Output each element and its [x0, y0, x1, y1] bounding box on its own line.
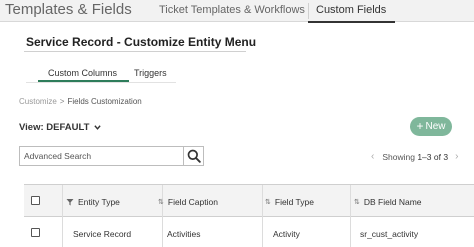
select-all-checkbox[interactable]: [31, 196, 40, 205]
column-divider: [62, 185, 63, 247]
page-title: Service Record - Customize Entity Menu: [26, 35, 257, 49]
column-divider: [162, 185, 163, 247]
pager: ‹ Showing 1–3 of 3 ›: [371, 151, 458, 162]
tab-ticket-templates-workflows[interactable]: Ticket Templates & Workflows: [159, 4, 305, 22]
breadcrumb: Customize > Fields Customization: [19, 97, 142, 106]
column-header-label: Field Type: [274, 197, 314, 207]
cell-field-caption: Activities: [167, 229, 201, 239]
next-page-icon[interactable]: ›: [455, 151, 458, 162]
pager-prefix: Showing: [382, 151, 415, 162]
view-label: View: DEFAULT: [19, 122, 90, 133]
breadcrumb-customize-link[interactable]: Customize: [19, 97, 57, 106]
title-divider: [24, 51, 246, 52]
column-header-entity-type[interactable]: Entity Type: [66, 197, 120, 207]
column-header-field-type[interactable]: ⇅ Field Type: [265, 197, 314, 207]
tab-divider: [308, 3, 309, 19]
column-header-label: Field Caption: [167, 197, 218, 207]
column-header-label: DB Field Name: [363, 197, 422, 207]
pager-range: 1–3 of 3: [417, 151, 449, 162]
column-header-db-field-name[interactable]: ⇅ DB Field Name: [354, 197, 422, 207]
fields-grid: Entity Type ⇅ Field Caption ⇅ Field Type…: [24, 184, 474, 247]
column-divider: [350, 185, 351, 247]
view-selector[interactable]: View: DEFAULT: [19, 122, 102, 133]
sort-icon: ⇅: [158, 199, 164, 206]
chevron-down-icon: [94, 125, 102, 130]
cell-entity-type: Service Record: [73, 229, 132, 239]
breadcrumb-current: Fields Customization: [67, 97, 142, 106]
top-bar: Templates & Fields Ticket Templates & Wo…: [0, 0, 474, 23]
search-input[interactable]: [19, 146, 184, 166]
tab-custom-fields[interactable]: Custom Fields: [307, 4, 396, 23]
new-button-label: New: [425, 121, 446, 132]
sort-icon: ⇅: [354, 199, 360, 206]
filter-icon: [66, 199, 74, 206]
subtabs-divider: [26, 82, 176, 83]
search-icon: [187, 149, 201, 163]
breadcrumb-separator: >: [59, 97, 65, 106]
sort-icon: ⇅: [265, 199, 271, 206]
tab-triggers[interactable]: Triggers: [134, 68, 167, 78]
cell-field-type: Activity: [273, 229, 300, 239]
plus-icon: +: [416, 119, 424, 133]
tab-custom-columns[interactable]: Custom Columns: [37, 68, 130, 82]
column-header-field-caption[interactable]: ⇅ Field Caption: [158, 197, 218, 207]
search-button[interactable]: [183, 146, 204, 166]
column-divider: [262, 185, 263, 247]
prev-page-icon[interactable]: ‹: [371, 151, 374, 162]
row-checkbox[interactable]: [31, 228, 40, 237]
cell-db-field-name: sr_cust_activity: [360, 229, 419, 239]
column-header-label: Entity Type: [78, 197, 120, 207]
new-button[interactable]: + New: [410, 117, 452, 136]
app-title: Templates & Fields: [5, 1, 132, 18]
